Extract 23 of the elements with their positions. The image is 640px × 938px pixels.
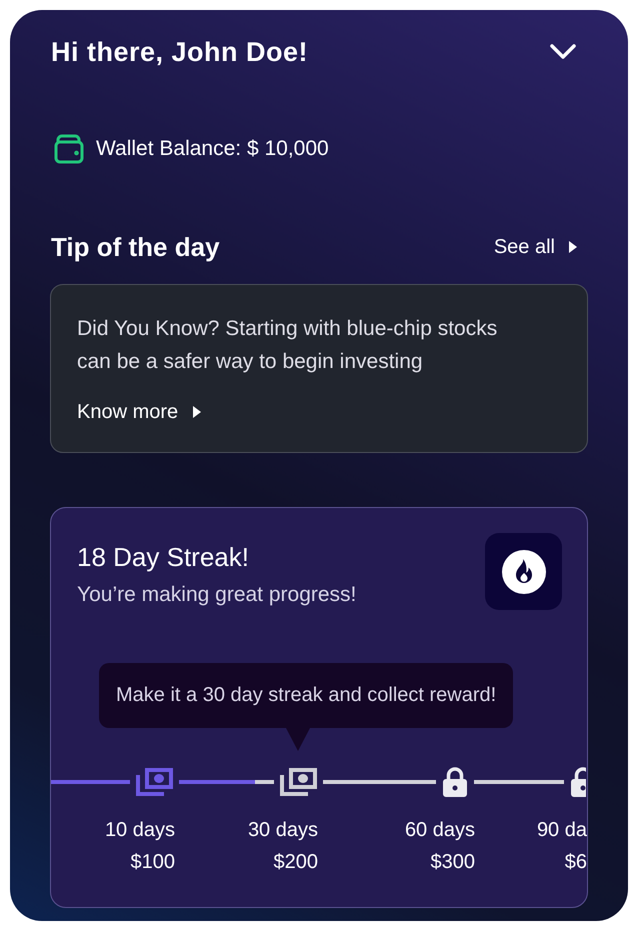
milestone-days: 60 days	[404, 815, 475, 845]
tip-text: Did You Know? Starting with blue-chip stocks can be a safer way to begin investing	[77, 316, 498, 375]
section-title: Tip of the day	[51, 231, 220, 263]
flame-icon	[485, 533, 562, 610]
wallet-balance-text: Wallet Balance: $ 10,000	[96, 136, 329, 162]
see-all-link[interactable]: See all	[494, 233, 577, 261]
streak-title: 18 Day Streak!	[77, 541, 250, 573]
wallet-icon	[54, 134, 84, 164]
milestone-reward: $200	[274, 850, 318, 875]
streak-subtitle: You’re making great progress!	[77, 582, 356, 608]
milestone-reward: $6	[564, 850, 587, 875]
milestone-days: 10 days	[104, 815, 175, 845]
tooltip-pointer	[286, 728, 310, 751]
greeting-title: Hi there, John Doe!	[51, 37, 308, 67]
know-more-link[interactable]: Know more	[77, 398, 202, 426]
milestone-days: 30 days	[248, 815, 318, 845]
milestone-days: 90 da	[536, 815, 587, 845]
milestone-reward: $300	[430, 850, 475, 875]
tooltip: Make it a 30 day streak and collect reward!	[99, 663, 514, 728]
milestone-reward: $100	[130, 850, 175, 875]
caret-right-icon	[193, 406, 202, 418]
caret-right-icon	[569, 241, 577, 253]
chevron-down-icon[interactable]	[550, 44, 576, 60]
